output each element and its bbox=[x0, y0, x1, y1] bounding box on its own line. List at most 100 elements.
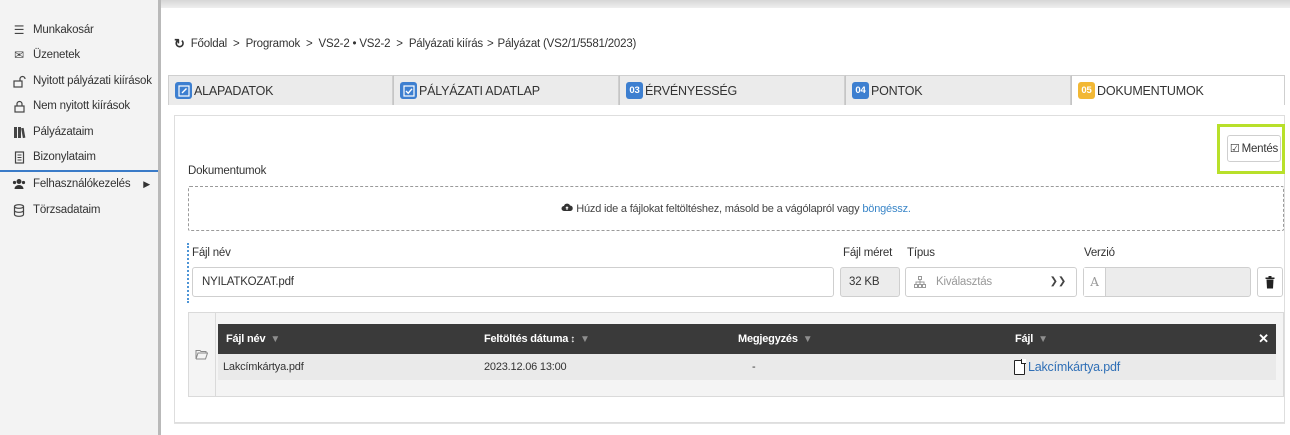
required-marker bbox=[187, 243, 189, 303]
sidebar-item-palyazataim[interactable]: Pályázataim bbox=[0, 119, 160, 145]
breadcrumb-call[interactable]: Pályázati kiírás bbox=[409, 38, 483, 50]
sidebar-item-felhasznalokezeles[interactable]: Felhasználókezelés ▶ bbox=[0, 170, 160, 196]
filter-icon[interactable]: ▼ bbox=[270, 334, 280, 345]
column-header-upload-date[interactable]: Feltöltés dátuma ↕ ▼ bbox=[484, 324, 590, 354]
sidebar-item-label: Felhasználókezelés bbox=[33, 178, 131, 190]
save-button-label: Mentés bbox=[1241, 142, 1279, 155]
browse-link[interactable]: böngéssz. bbox=[862, 203, 911, 215]
file-name-value: NYILATKOZAT.pdf bbox=[202, 276, 294, 288]
tab-dokumentumok[interactable]: 05 DOKUMENTUMOK bbox=[1071, 75, 1285, 105]
sidebar-item-label: Nem nyitott kiírások bbox=[33, 100, 130, 112]
breadcrumb-current: Pályázat (VS2/1/5581/2023) bbox=[497, 38, 637, 50]
version-input[interactable]: A bbox=[1083, 267, 1251, 297]
breadcrumb-programs[interactable]: Programok bbox=[246, 38, 301, 50]
tab-alapadatok[interactable]: ALAPADATOK bbox=[168, 75, 393, 105]
tab-label: PÁLYÁZATI ADATLAP bbox=[419, 83, 540, 98]
column-header-file-name[interactable]: Fájl név ▼ bbox=[226, 324, 280, 354]
books-icon bbox=[12, 125, 26, 139]
close-icon[interactable]: ✕ bbox=[1258, 331, 1269, 347]
type-select[interactable]: Kiválasztás ❯❯ bbox=[905, 267, 1077, 297]
type-label: Típus bbox=[907, 247, 935, 259]
cell-file-name: Lakcímkártya.pdf bbox=[223, 361, 304, 373]
documents-section-label: Dokumentumok bbox=[188, 165, 267, 177]
breadcrumb-separator: > bbox=[306, 38, 313, 50]
save-button[interactable]: ☑ Mentés bbox=[1227, 135, 1281, 162]
file-link-label: Lakcímkártya.pdf bbox=[1028, 360, 1120, 374]
sidebar-item-label: Nyitott pályázati kiírások bbox=[33, 75, 152, 87]
sidebar-item-nyitott-kiirasok[interactable]: Nyitott pályázati kiírások bbox=[0, 68, 160, 94]
checkbox-icon: ☑ bbox=[1229, 143, 1240, 155]
panel-bottom-border bbox=[174, 423, 1285, 424]
tab-number-badge: 05 bbox=[1078, 82, 1095, 99]
tab-pontok[interactable]: 04 PONTOK bbox=[845, 75, 1071, 105]
sidebar-item-bizonylataim[interactable]: Bizonylataim bbox=[0, 144, 160, 170]
tab-label: ÉRVÉNYESSÉG bbox=[645, 83, 738, 98]
file-name-input[interactable]: NYILATKOZAT.pdf bbox=[192, 267, 834, 297]
sidebar-item-munkakosar[interactable]: ☰ Munkakosár bbox=[0, 17, 160, 43]
sidebar-item-uzenetek[interactable]: ✉ Üzenetek bbox=[0, 42, 160, 68]
top-shadow-bar bbox=[161, 0, 1290, 8]
type-placeholder: Kiválasztás bbox=[936, 276, 992, 288]
document-icon bbox=[12, 150, 26, 164]
breadcrumb-separator: > bbox=[233, 38, 240, 50]
column-header-note[interactable]: Megjegyzés ▼ bbox=[738, 324, 813, 354]
file-download-link[interactable]: Lakcímkártya.pdf bbox=[1014, 354, 1120, 380]
column-label: Fájl bbox=[1015, 333, 1034, 345]
tab-ervenyesseg[interactable]: 03 ÉRVÉNYESSÉG bbox=[619, 75, 845, 105]
sidebar-item-label: Törzsadataim bbox=[33, 204, 101, 216]
edit-icon bbox=[175, 82, 192, 99]
breadcrumb-program[interactable]: VS2-2 • VS2-2 bbox=[319, 38, 391, 50]
breadcrumb-separator: > bbox=[486, 38, 494, 50]
cell-note: - bbox=[752, 361, 756, 373]
column-header-file[interactable]: Fájl ▼ bbox=[1015, 324, 1048, 354]
version-prefix: A bbox=[1084, 268, 1106, 296]
sidebar: ☰ Munkakosár ✉ Üzenetek Nyitott pályázat… bbox=[0, 0, 160, 435]
file-size-field: 32 KB bbox=[840, 267, 900, 297]
sitemap-icon bbox=[910, 276, 930, 288]
users-icon bbox=[12, 177, 26, 191]
delete-button[interactable] bbox=[1257, 267, 1283, 297]
folder-open-icon bbox=[188, 312, 216, 397]
version-label: Verzió bbox=[1084, 247, 1115, 259]
column-label: Megjegyzés bbox=[738, 333, 798, 345]
trash-icon bbox=[1265, 275, 1275, 288]
sort-desc-icon[interactable]: ↕ bbox=[570, 334, 575, 345]
tab-number-badge: 03 bbox=[626, 82, 643, 99]
dropzone-text: Húzd ide a fájlokat feltöltéshez, másold… bbox=[576, 202, 860, 215]
filter-icon[interactable]: ▼ bbox=[803, 334, 813, 345]
file-icon bbox=[1014, 358, 1026, 375]
envelope-icon: ✉ bbox=[14, 48, 24, 62]
cloud-upload-icon bbox=[561, 202, 573, 215]
table-row: Lakcímkártya.pdf 2023.12.06 13:00 - Lakc… bbox=[218, 354, 1276, 380]
tab-palyazati-adatlap[interactable]: PÁLYÁZATI ADATLAP bbox=[393, 75, 619, 105]
sidebar-item-label: Pályázataim bbox=[33, 126, 94, 138]
file-size-label: Fájl méret bbox=[843, 247, 893, 259]
sidebar-item-label: Munkakosár bbox=[33, 24, 94, 36]
history-icon: ↻ bbox=[174, 36, 185, 51]
tab-label: DOKUMENTUMOK bbox=[1097, 83, 1204, 98]
column-label: Feltöltés dátuma bbox=[484, 333, 569, 345]
tab-label: ALAPADATOK bbox=[194, 83, 274, 98]
file-dropzone[interactable]: Húzd ide a fájlokat feltöltéshez, másold… bbox=[188, 186, 1284, 231]
unlock-icon bbox=[12, 74, 26, 88]
column-label: Fájl név bbox=[226, 333, 266, 345]
breadcrumb: ↻ Főoldal > Programok > VS2-2 • VS2-2 > … bbox=[174, 36, 636, 52]
cell-upload-date: 2023.12.06 13:00 bbox=[484, 361, 567, 373]
breadcrumb-home[interactable]: Főoldal bbox=[191, 38, 228, 50]
filter-icon[interactable]: ▼ bbox=[580, 334, 590, 345]
sidebar-item-label: Üzenetek bbox=[33, 49, 80, 61]
caret-right-icon: ▶ bbox=[143, 178, 150, 189]
tab-label: PONTOK bbox=[871, 83, 923, 98]
breadcrumb-separator: > bbox=[396, 38, 403, 50]
sidebar-item-label: Bizonylataim bbox=[33, 151, 96, 163]
sidebar-divider bbox=[158, 0, 161, 435]
checkbox-icon bbox=[400, 82, 417, 99]
chevron-down-icon: ❯❯ bbox=[1049, 276, 1067, 287]
file-size-value: 32 KB bbox=[849, 276, 880, 288]
list-icon: ☰ bbox=[13, 23, 25, 37]
sidebar-item-nem-nyitott-kiirasok[interactable]: Nem nyitott kiírások bbox=[0, 93, 160, 119]
filter-icon[interactable]: ▼ bbox=[1038, 334, 1048, 345]
file-name-label: Fájl név bbox=[192, 247, 231, 259]
lock-icon bbox=[12, 99, 26, 113]
sidebar-item-torzsadataim[interactable]: Törzsadataim bbox=[0, 197, 160, 223]
